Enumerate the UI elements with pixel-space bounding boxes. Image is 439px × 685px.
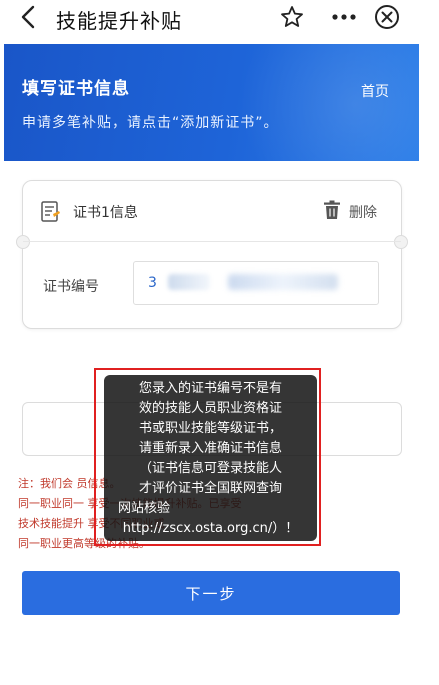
card-divider [23,241,401,242]
card-notch-left [16,235,30,249]
redacted-blur [168,274,210,290]
redacted-blur [228,274,338,290]
toast-line: 您录入的证书编号不是有 [138,381,282,396]
banner-title: 填写证书信息 [22,79,130,99]
toast-line: 网站核验 [118,501,171,516]
top-nav-bar: 技能提升补贴 [0,0,439,34]
more-dots-icon[interactable] [330,7,358,27]
trash-icon[interactable] [323,200,341,220]
error-toast: 您录入的证书编号不是有 效的技能人员职业资格证 书或职业技能等级证书， 请重新录… [104,375,317,541]
banner-subtitle: 申请多笔补贴，请点击“添加新证书”。 [22,115,279,131]
close-circle-icon[interactable] [374,4,400,30]
certificate-icon [41,201,60,222]
toast-line: 才评价证书全国联网查询 [138,481,282,496]
star-outline-icon[interactable] [280,5,304,29]
delete-button[interactable]: 删除 [349,202,377,222]
certificate-card: 证书1信息 删除 证书编号 [16,180,408,329]
page-title: 技能提升补贴 [56,9,182,33]
toast-line: （证书信息可登录技能人 [138,461,282,476]
card-notch-right [394,235,408,249]
toast-line: 书或职业技能等级证书， [138,421,282,436]
toast-link: http://zscx.osta.org.cn/）！ [122,521,299,536]
toast-line: 请重新录入准确证书信息 [138,441,282,456]
header-banner: 填写证书信息 首页 申请多笔补贴，请点击“添加新证书”。 [4,44,419,161]
home-link[interactable]: 首页 [361,81,389,101]
certificate-number-label: 证书编号 [43,279,99,295]
banner-decoration [199,44,419,161]
toast-line: 效的技能人员职业资格证 [138,401,282,416]
certificate-title: 证书1信息 [73,205,138,221]
next-step-button[interactable]: 下一步 [22,571,400,615]
chevron-left-icon[interactable] [18,4,40,30]
